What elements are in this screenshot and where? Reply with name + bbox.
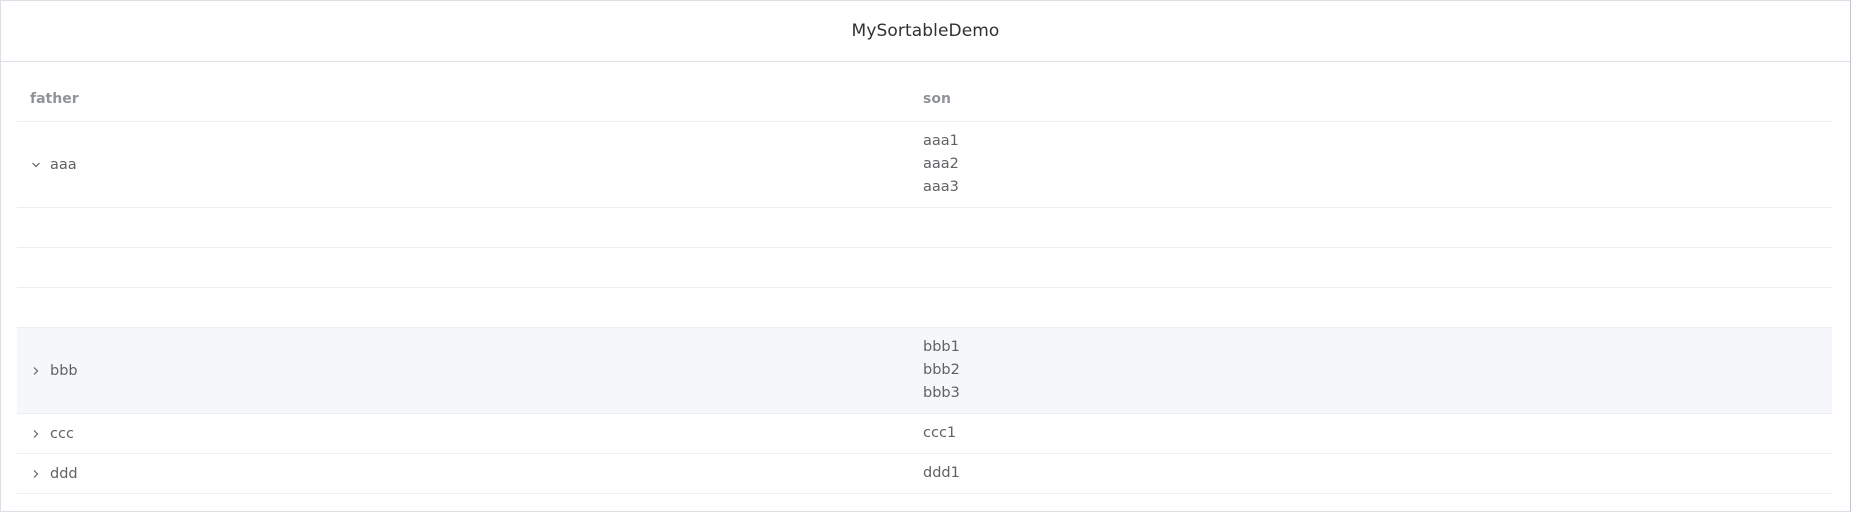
father-cell [17, 288, 923, 327]
page-title: MySortableDemo [851, 21, 1000, 41]
son-cell: ddd1 [923, 454, 1832, 493]
father-label: bbb [50, 362, 78, 379]
column-header-father[interactable]: father [17, 91, 923, 107]
table-row[interactable]: ddd ddd1 [17, 454, 1832, 494]
son-cell: ccc1 [923, 414, 1832, 453]
chevron-right-icon[interactable] [30, 428, 42, 440]
chevron-right-icon[interactable] [30, 468, 42, 480]
father-cell: ddd [17, 454, 923, 493]
son-cell: bbb1 bbb2 bbb3 [923, 328, 1832, 413]
app-window: MySortableDemo father son aaa aaa1 aaa2 … [0, 0, 1851, 512]
son-cell [923, 208, 1832, 247]
son-item: aaa3 [923, 179, 959, 195]
father-cell: bbb [17, 328, 923, 413]
table-row[interactable]: aaa aaa1 aaa2 aaa3 [17, 122, 1832, 208]
father-cell [17, 248, 923, 287]
son-cell [923, 288, 1832, 327]
son-item: ddd1 [923, 465, 960, 481]
father-label: ccc [50, 425, 74, 442]
column-header-son[interactable]: son [923, 91, 1832, 107]
son-item: bbb1 [923, 339, 960, 355]
chevron-right-icon[interactable] [30, 365, 42, 377]
child-row[interactable] [17, 248, 1832, 288]
father-cell [17, 208, 923, 247]
table-row[interactable]: ccc ccc1 [17, 414, 1832, 454]
father-label: aaa [50, 156, 77, 173]
table-row[interactable]: bbb bbb1 bbb2 bbb3 [17, 328, 1832, 414]
page-header: MySortableDemo [1, 1, 1850, 62]
son-item: bbb3 [923, 385, 960, 401]
son-item: aaa2 [923, 156, 959, 172]
son-cell [923, 248, 1832, 287]
son-item: ccc1 [923, 425, 957, 441]
father-cell: aaa [17, 122, 923, 207]
sortable-table: father son aaa aaa1 aaa2 aaa3 bbb bbb1 b… [17, 76, 1832, 494]
child-row[interactable] [17, 208, 1832, 248]
child-row[interactable] [17, 288, 1832, 328]
son-item: aaa1 [923, 133, 959, 149]
father-cell: ccc [17, 414, 923, 453]
father-label: ddd [50, 465, 78, 482]
table-header-row: father son [17, 76, 1832, 122]
son-item: bbb2 [923, 362, 960, 378]
chevron-down-icon[interactable] [30, 159, 42, 171]
son-cell: aaa1 aaa2 aaa3 [923, 122, 1832, 207]
